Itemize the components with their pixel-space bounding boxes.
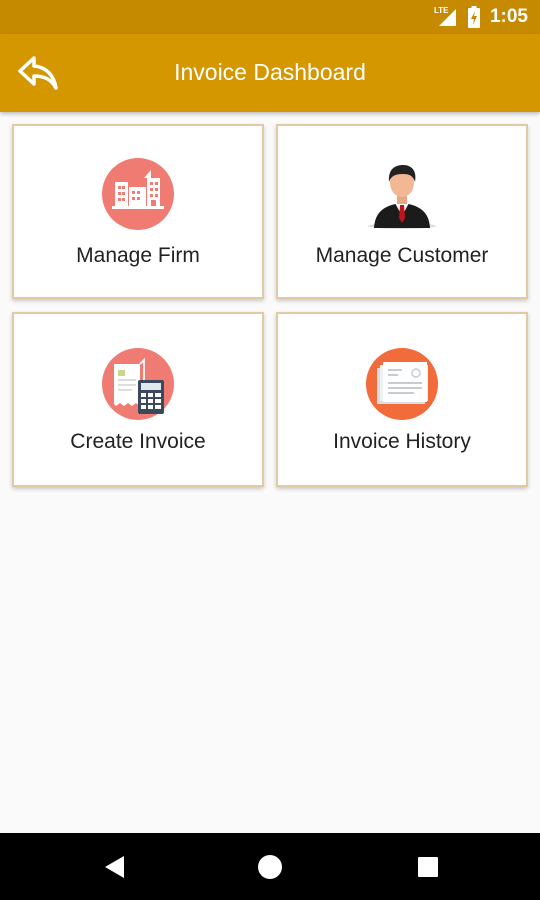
manage-firm-label: Manage Firm	[76, 244, 200, 267]
status-time: 1:05	[489, 6, 528, 27]
businessman-icon	[368, 165, 436, 229]
nav-back-button[interactable]	[99, 853, 129, 881]
nav-recents-button[interactable]	[413, 853, 443, 881]
building-icon	[102, 158, 174, 230]
back-triangle-icon	[105, 856, 124, 878]
create-invoice-label: Create Invoice	[70, 430, 206, 453]
navigation-bar	[0, 833, 540, 900]
manage-firm-tile[interactable]: Manage Firm	[12, 124, 264, 299]
document-stack-icon	[366, 348, 438, 420]
status-bar: LTE 1:05	[0, 0, 540, 34]
manage-customer-tile[interactable]: Manage Customer	[276, 124, 528, 299]
battery-charging-icon	[467, 6, 480, 28]
home-circle-icon	[258, 855, 282, 879]
lte-signal-icon: LTE	[434, 6, 458, 28]
invoice-history-tile[interactable]: Invoice History	[276, 312, 528, 487]
receipt-calculator-icon	[102, 348, 174, 420]
status-icons: LTE 1:05	[434, 5, 528, 29]
invoice-history-label: Invoice History	[333, 430, 471, 453]
manage-customer-label: Manage Customer	[315, 244, 489, 267]
app-title: Invoice Dashboard	[174, 59, 366, 85]
create-invoice-tile[interactable]: Create Invoice	[12, 312, 264, 487]
recents-square-icon	[418, 857, 438, 877]
nav-home-button[interactable]	[255, 853, 285, 881]
app-bar: Invoice Dashboard	[0, 34, 540, 112]
